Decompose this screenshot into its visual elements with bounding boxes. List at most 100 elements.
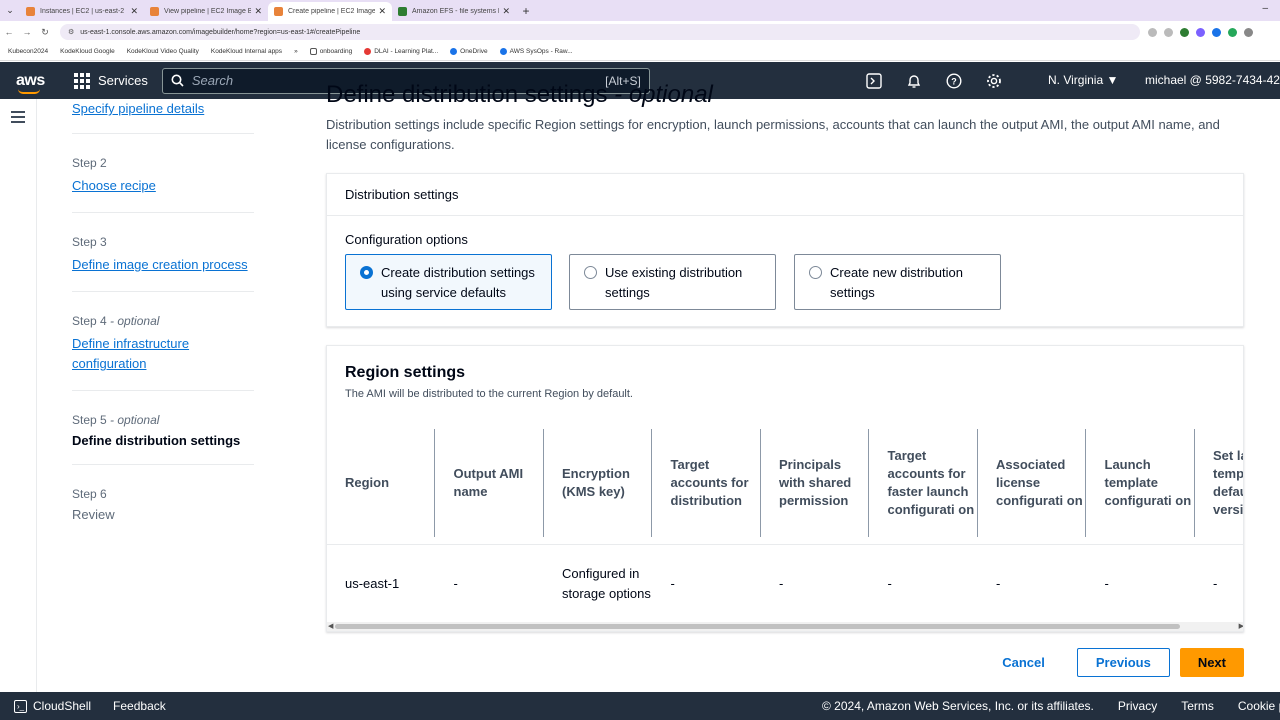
extension-icon[interactable]	[1212, 27, 1221, 37]
cloudshell-icon[interactable]	[866, 72, 882, 89]
bookmark-label: onboarding	[319, 48, 353, 55]
close-tab-icon[interactable]: ✕	[254, 6, 262, 17]
hamburger-menu-icon[interactable]	[11, 111, 25, 126]
address-bar-row: ← → ↻ ⚙ us-east-1.console.aws.amazon.com…	[0, 21, 1280, 43]
feedback-link[interactable]: Feedback	[113, 699, 166, 713]
notifications-bell-icon[interactable]	[906, 73, 922, 89]
wizard-step-1: Specify pipeline details	[72, 99, 254, 134]
page-title: Define distribution settings - optional	[326, 81, 713, 109]
aws-logo-text: aws	[16, 71, 45, 89]
tab-title: Instances | EC2 | us-east-2	[40, 8, 125, 15]
bookmark-label: Kubecon2024	[8, 48, 49, 55]
previous-button[interactable]: Previous	[1076, 648, 1170, 677]
services-grid-icon	[74, 72, 90, 89]
console-footer: ›_ CloudShell Feedback © 2024, Amazon We…	[0, 692, 1280, 720]
svg-text:?: ?	[951, 76, 957, 86]
folder-icon	[309, 48, 317, 55]
bookmark-folder[interactable]: onboarding	[309, 48, 353, 55]
bookmark-label: KodeKloud Video Quality	[126, 48, 199, 55]
column-header[interactable]: Region	[327, 429, 435, 537]
close-tab-icon[interactable]: ✕	[502, 6, 510, 17]
column-header[interactable]: Encryption (KMS key)	[544, 429, 652, 537]
forward-icon[interactable]: →	[18, 27, 36, 37]
column-header[interactable]: Target accounts for faster launch config…	[870, 429, 978, 537]
horizontal-scrollbar[interactable]: ◀ ▶	[327, 622, 1243, 631]
tab-list-chevron-icon[interactable]: ⌄	[0, 0, 20, 21]
account-menu[interactable]: michael @ 5982-7434-426	[1145, 73, 1280, 87]
table-cell: us-east-1	[345, 576, 400, 591]
minimize-window-icon[interactable]: –	[1262, 3, 1268, 14]
cloudshell-label: CloudShell	[33, 699, 92, 713]
extension-icon[interactable]	[1180, 27, 1189, 37]
region-selector[interactable]: N. Virginia ▼	[1048, 73, 1118, 87]
aws-favicon-icon	[274, 7, 283, 16]
back-icon[interactable]: ←	[0, 27, 18, 37]
table-cell: Configured in storage options	[562, 566, 651, 601]
step-link[interactable]: Choose recipe	[72, 176, 254, 196]
close-tab-icon[interactable]: ✕	[130, 6, 138, 17]
cloudshell-footer-icon: ›_	[14, 699, 27, 713]
zoom-icon[interactable]	[1148, 27, 1157, 37]
bookmark-star-icon[interactable]	[1164, 27, 1173, 37]
radio-icon[interactable]	[584, 266, 597, 279]
extension-icon[interactable]	[1228, 27, 1237, 37]
extension-icon[interactable]	[1196, 27, 1205, 37]
wizard-step-5: Step 5 - optional Define distribution se…	[72, 391, 254, 465]
page-title-text: Define distribution settings	[326, 81, 608, 108]
reload-icon[interactable]: ↻	[36, 27, 54, 38]
step-link[interactable]: Define infrastructure configuration	[72, 334, 254, 374]
column-header[interactable]: Target accounts for distribution	[653, 429, 761, 537]
onedrive-icon	[450, 48, 458, 55]
bookmark[interactable]: AWS SysOps - Raw...	[499, 48, 573, 55]
radio-selected-icon[interactable]	[360, 266, 373, 279]
column-header[interactable]: Associated license configurati on	[978, 429, 1086, 537]
copyright-text: © 2024, Amazon Web Services, Inc. or its…	[822, 699, 1094, 713]
browser-tab[interactable]: Instances | EC2 | us-east-2 ✕	[20, 2, 144, 21]
aws-logo[interactable]: aws	[0, 71, 60, 94]
site-info-icon[interactable]: ⚙	[68, 28, 74, 36]
column-header[interactable]: Output AMI name	[436, 429, 544, 537]
bookmark[interactable]: KodeKloud Google	[60, 48, 115, 55]
column-header[interactable]: Set la templ defau versio	[1195, 429, 1243, 537]
help-icon[interactable]: ?	[946, 72, 962, 89]
bookmark[interactable]: KodeKloud Video Quality	[127, 48, 199, 55]
browser-tab[interactable]: View pipeline | EC2 Image Build✕	[144, 2, 268, 21]
close-tab-icon[interactable]: ✕	[378, 6, 386, 17]
terms-link[interactable]: Terms	[1181, 699, 1214, 713]
cookie-preferences-link[interactable]: Cookie prefere	[1238, 699, 1280, 713]
step-link[interactable]: Specify pipeline details	[72, 99, 254, 119]
column-header[interactable]: Principals with shared permission	[761, 429, 869, 537]
more-bookmarks-icon[interactable]: »	[294, 48, 298, 55]
table-cell: -	[1104, 576, 1109, 591]
scrollbar-thumb[interactable]	[335, 624, 1180, 629]
cloud-icon	[499, 48, 507, 55]
bookmark[interactable]: KodeKloud Internal apps	[211, 48, 282, 55]
option-create-new[interactable]: Create new distribution settings	[794, 254, 1001, 310]
services-menu-button[interactable]: Services	[74, 72, 148, 89]
option-label: Create distribution settings using servi…	[381, 265, 535, 300]
column-header[interactable]: Launch template configurati on	[1087, 429, 1195, 537]
bookmark[interactable]: OneDrive	[450, 48, 488, 55]
browser-tab-active[interactable]: Create pipeline | EC2 Image Bu✕	[268, 2, 392, 21]
cancel-button[interactable]: Cancel	[990, 649, 1057, 676]
region-settings-subtitle: The AMI will be distributed to the curre…	[345, 388, 633, 400]
new-tab-icon[interactable]: +	[516, 2, 536, 21]
bookmark[interactable]: Kubecon2024	[8, 48, 48, 55]
services-label: Services	[98, 73, 148, 88]
region-settings-title: Region settings	[345, 364, 466, 381]
radio-icon[interactable]	[809, 266, 822, 279]
scroll-left-icon[interactable]: ◀	[328, 622, 333, 630]
step-link[interactable]: Define image creation process	[72, 255, 254, 275]
url-field[interactable]: ⚙ us-east-1.console.aws.amazon.com/image…	[60, 24, 1140, 40]
privacy-link[interactable]: Privacy	[1118, 699, 1157, 713]
option-service-defaults[interactable]: Create distribution settings using servi…	[345, 254, 552, 310]
bookmark[interactable]: DLAI - Learning Plat...	[364, 48, 438, 55]
option-use-existing[interactable]: Use existing distribution settings	[569, 254, 776, 310]
browser-tab[interactable]: Amazon EFS - file systems list ✕	[392, 2, 516, 21]
table-cell: -	[887, 576, 892, 591]
next-button[interactable]: Next	[1179, 648, 1244, 677]
extension-icon[interactable]	[1244, 27, 1253, 37]
scroll-right-icon[interactable]: ▶	[1239, 622, 1243, 630]
cloudshell-button[interactable]: ›_ CloudShell	[14, 699, 91, 713]
settings-gear-icon[interactable]	[986, 73, 1002, 89]
